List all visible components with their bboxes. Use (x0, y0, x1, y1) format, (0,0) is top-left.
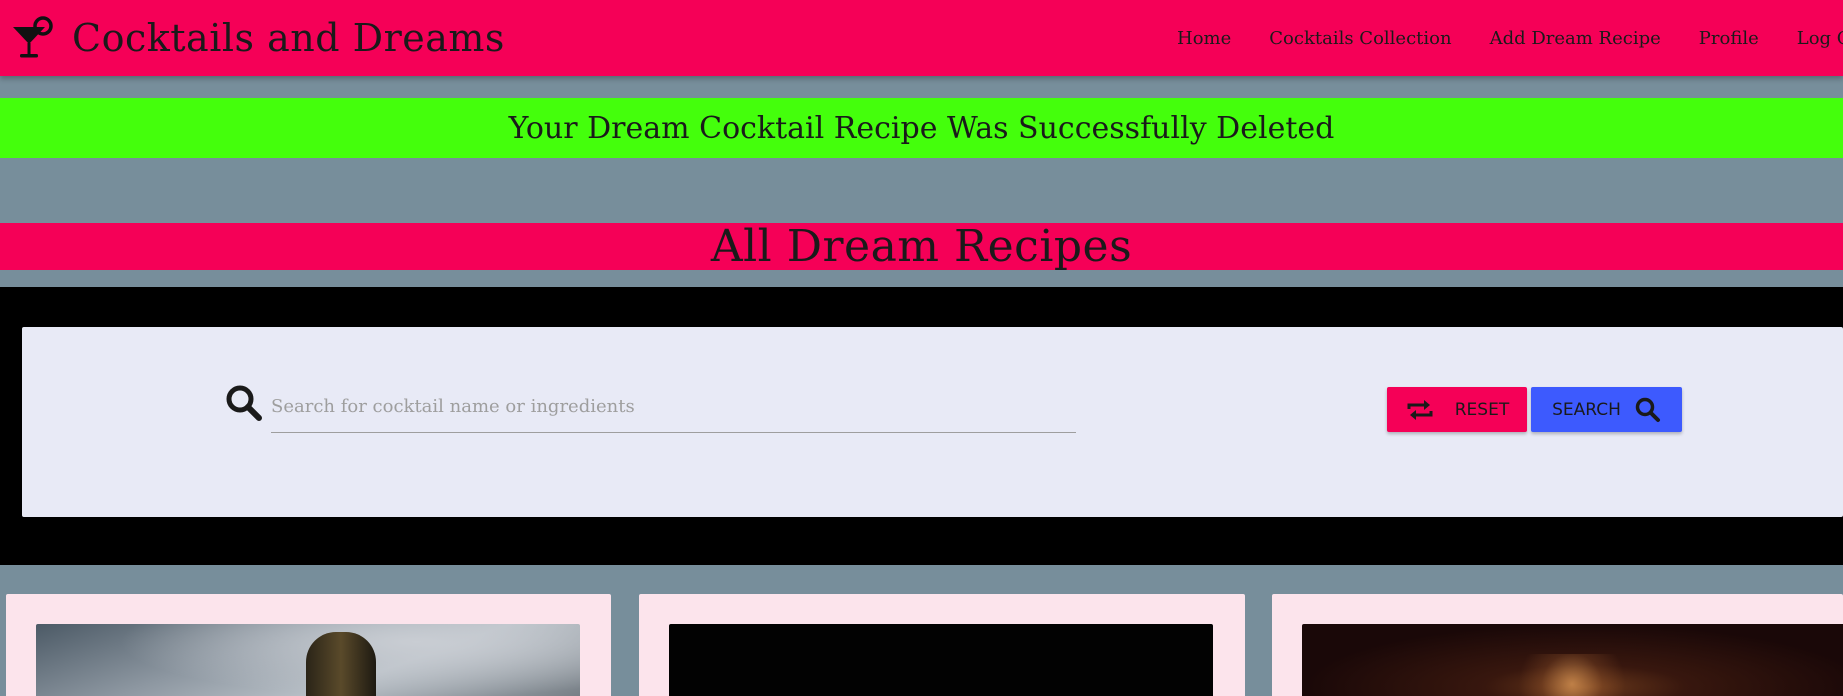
brand-title: Cocktails and Dreams (72, 16, 505, 60)
nav-cocktails-collection[interactable]: Cocktails Collection (1269, 28, 1451, 49)
flash-message: Your Dream Cocktail Recipe Was Successfu… (0, 98, 1843, 158)
cocktail-glass-icon (13, 16, 53, 58)
reset-button[interactable]: RESET (1387, 387, 1527, 432)
recipe-card[interactable] (1272, 594, 1843, 696)
nav-menu: Home Cocktails Collection Add Dream Reci… (1177, 0, 1843, 76)
search-input[interactable] (271, 387, 1076, 433)
flash-message-text: Your Dream Cocktail Recipe Was Successfu… (508, 110, 1335, 146)
brand-logo[interactable]: Cocktails and Dreams (10, 15, 505, 61)
search-icon (224, 383, 264, 423)
recipe-card[interactable] (639, 594, 1245, 696)
search-button-label: SEARCH (1552, 399, 1621, 420)
nav-home[interactable]: Home (1177, 28, 1231, 49)
recipe-image[interactable] (36, 624, 580, 696)
search-icon (1635, 397, 1661, 423)
repeat-icon (1405, 399, 1435, 421)
recipe-image[interactable] (1302, 624, 1843, 696)
search-button[interactable]: SEARCH (1531, 387, 1682, 432)
recipe-card[interactable] (6, 594, 611, 696)
nav-profile[interactable]: Profile (1699, 28, 1759, 49)
navbar: Cocktails and Dreams Home Cocktails Coll… (0, 0, 1843, 76)
page-title: All Dream Recipes (710, 221, 1133, 272)
section-heading-bar: All Dream Recipes (0, 221, 1843, 272)
nav-add-dream-recipe[interactable]: Add Dream Recipe (1490, 28, 1661, 49)
reset-button-label: RESET (1454, 399, 1510, 420)
nav-log-out[interactable]: Log Out (1797, 28, 1843, 49)
recipe-image[interactable] (669, 624, 1213, 696)
bottle-shape (306, 632, 376, 696)
search-section: RESET SEARCH (0, 287, 1843, 565)
search-card: RESET SEARCH (22, 327, 1843, 517)
sparkle-shape (1502, 654, 1642, 696)
